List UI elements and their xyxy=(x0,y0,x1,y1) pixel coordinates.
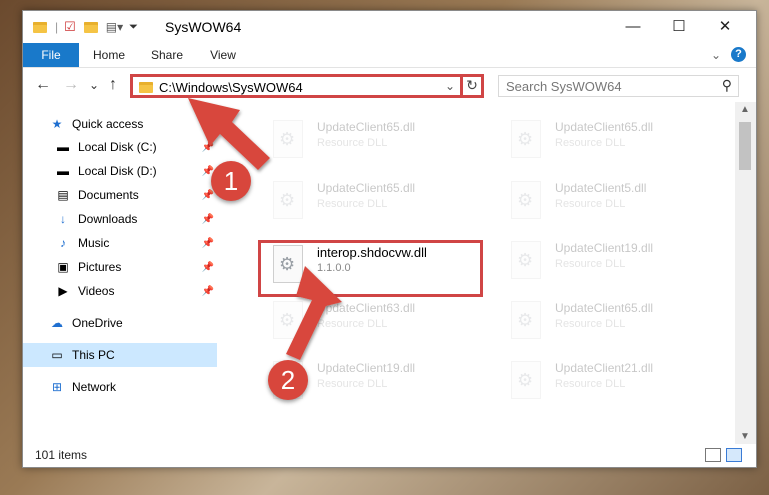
annotation-arrows xyxy=(188,98,342,360)
step-one-badge: 1 xyxy=(211,161,251,201)
arrow-two xyxy=(286,266,342,360)
arrow-one xyxy=(188,98,270,170)
step-two-badge: 2 xyxy=(268,360,308,400)
